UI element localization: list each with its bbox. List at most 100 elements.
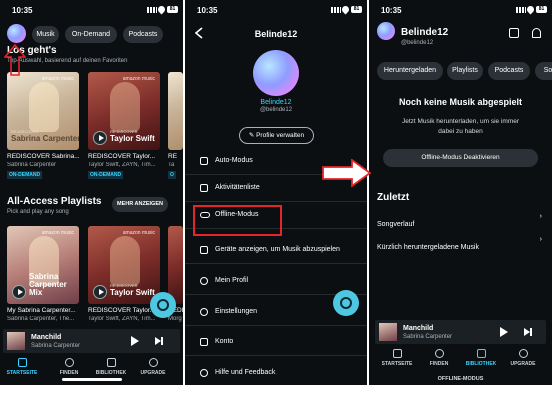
signal-icon bbox=[331, 7, 341, 13]
chevron-right-icon: › bbox=[539, 213, 542, 220]
menu-item-geraete[interactable]: Geräte anzeigen, um Musik abzuspielen bbox=[185, 237, 367, 264]
chip-heruntergeladen[interactable]: Heruntergeladen bbox=[377, 62, 443, 80]
bell-icon[interactable] bbox=[532, 28, 541, 38]
mini-player[interactable]: Manchild Sabrina Carpenter bbox=[3, 329, 180, 353]
menu-label: Geräte anzeigen, um Musik abzuspielen bbox=[215, 246, 340, 253]
recent-item-label: Kürzlich heruntergeladene Musik bbox=[377, 244, 479, 251]
play-icon[interactable] bbox=[93, 131, 107, 145]
track-artist: Sabrina Carpenter bbox=[403, 334, 453, 340]
menu-label: Aktivitätenliste bbox=[215, 184, 260, 191]
play-icon[interactable] bbox=[131, 336, 139, 346]
user-icon bbox=[200, 277, 208, 285]
chip-podcasts[interactable]: Podcasts bbox=[488, 62, 530, 80]
tab-startseite[interactable]: STARTSEITE bbox=[377, 349, 417, 367]
recent-item-label: Songverlauf bbox=[377, 221, 415, 228]
search-icon bbox=[434, 349, 444, 358]
next-track-icon[interactable] bbox=[155, 337, 163, 345]
tab-label: BIBLIOTHEK bbox=[465, 361, 497, 367]
menu-label: Auto-Modus bbox=[215, 157, 253, 164]
track-thumbnail bbox=[7, 332, 25, 350]
status-bar: 10:35 81 bbox=[185, 0, 367, 20]
empty-state-text: Jetzt Musik herunterladen, um sie immer … bbox=[401, 118, 520, 135]
equalizer-icon[interactable] bbox=[509, 28, 519, 38]
playlist-card-sabrina-mix[interactable]: amazon music Sabrina Carpenter Mix bbox=[7, 226, 79, 304]
tab-label: FINDEN bbox=[429, 361, 449, 367]
tab-bibliothek[interactable]: BIBLIOTHEK bbox=[91, 358, 131, 376]
playlist-card-rediscover-sabrina[interactable]: amazon music RE:DISCOVER Sabrina Carpent… bbox=[7, 72, 79, 150]
show-more-button[interactable]: MEHR ANZEIGEN bbox=[112, 197, 168, 212]
profile-avatar bbox=[253, 50, 299, 96]
card-title: REDISCOVER Taylor... bbox=[88, 153, 156, 160]
status-bar: 10:35 81 bbox=[0, 0, 183, 20]
menu-item-konto[interactable]: Konto bbox=[185, 329, 367, 356]
card-icon bbox=[200, 338, 208, 346]
profile-avatar-button[interactable] bbox=[377, 22, 395, 40]
recent-item-songverlauf[interactable]: Songverlauf › bbox=[377, 213, 544, 228]
card-artists: Sabrina Carpenter, The... bbox=[7, 316, 75, 322]
track-artist: Sabrina Carpenter bbox=[31, 343, 81, 349]
battery-icon: 81 bbox=[536, 6, 547, 13]
home-icon bbox=[17, 358, 27, 367]
on-demand-badge: O bbox=[168, 171, 176, 179]
play-icon[interactable] bbox=[93, 285, 107, 299]
play-icon[interactable] bbox=[12, 285, 26, 299]
star-icon bbox=[518, 349, 528, 358]
status-time: 10:35 bbox=[197, 6, 218, 15]
playlist-card-partial[interactable] bbox=[168, 226, 183, 304]
signal-icon bbox=[516, 7, 526, 13]
alexa-button[interactable] bbox=[150, 292, 176, 318]
menu-label: Hilfe und Feedback bbox=[215, 369, 276, 376]
bottom-tab-bar: STARTSEITE FINDEN BIBLIOTHEK UPGRADE bbox=[0, 355, 183, 385]
play-icon[interactable] bbox=[500, 327, 508, 337]
tab-bibliothek[interactable]: BIBLIOTHEK bbox=[461, 349, 501, 367]
home-indicator bbox=[61, 378, 122, 381]
help-icon bbox=[200, 369, 208, 377]
mini-player[interactable]: Manchild Sabrina Carpenter bbox=[375, 320, 546, 344]
manage-profiles-button[interactable]: ✎ Profile verwalten bbox=[239, 127, 314, 144]
wifi-icon bbox=[340, 4, 351, 15]
chip-playlists[interactable]: Playlists bbox=[447, 62, 483, 80]
home-icon bbox=[392, 349, 402, 358]
track-title: Manchild bbox=[31, 334, 62, 341]
on-demand-badge: ON-DEMAND bbox=[88, 171, 124, 179]
tab-startseite[interactable]: STARTSEITE bbox=[2, 358, 42, 376]
tab-finden[interactable]: FINDEN bbox=[49, 358, 89, 376]
profile-avatar-button[interactable] bbox=[7, 24, 26, 43]
playlist-card-partial[interactable] bbox=[168, 72, 183, 150]
chip-on-demand[interactable]: On-Demand bbox=[65, 26, 117, 43]
chip-songs-partial[interactable]: Son bbox=[535, 62, 552, 80]
manage-profiles-label: Profile verwalten bbox=[256, 132, 305, 139]
chip-podcasts[interactable]: Podcasts bbox=[123, 26, 163, 43]
next-track-icon[interactable] bbox=[524, 328, 532, 336]
tab-upgrade[interactable]: UPGRADE bbox=[503, 349, 543, 367]
chip-musik[interactable]: Musik bbox=[32, 26, 59, 43]
bottom-tab-bar: STARTSEITE FINDEN BIBLIOTHEK UPGRADE bbox=[369, 346, 552, 376]
card-artists: Taylor Swift, ZAYN, Tim... bbox=[88, 316, 156, 322]
card-title: My Sabrina Carpenter... bbox=[7, 307, 76, 314]
playlist-card-rediscover-taylor[interactable]: amazon music RE:DISCOVER Taylor Swift bbox=[88, 72, 160, 150]
playlist-card-rediscover-taylor-2[interactable]: amazon music RE:DISCOVER Taylor Swift bbox=[88, 226, 160, 304]
card-overlay-title: Taylor Swift bbox=[110, 134, 155, 143]
recent-item-downloads[interactable]: Kürzlich heruntergeladene Musik › bbox=[377, 236, 544, 251]
card-artists: Ta bbox=[168, 162, 175, 168]
library-icon bbox=[476, 349, 486, 358]
search-icon bbox=[64, 358, 74, 367]
tab-upgrade[interactable]: UPGRADE bbox=[133, 358, 173, 376]
menu-label: Einstellungen bbox=[215, 308, 258, 315]
bell-icon bbox=[200, 184, 208, 192]
tab-label: UPGRADE bbox=[140, 370, 166, 376]
header-title: Belinde12 bbox=[254, 29, 298, 39]
menu-item-hilfe[interactable]: Hilfe und Feedback bbox=[185, 360, 367, 385]
tab-label: STARTSEITE bbox=[6, 370, 38, 376]
pencil-icon: ✎ bbox=[248, 132, 257, 139]
recent-section-title: Zuletzt bbox=[377, 192, 410, 203]
chevron-right-icon: › bbox=[539, 236, 542, 243]
annotation-highlight-box bbox=[193, 205, 282, 236]
library-offline-panel: 10:35 81 Belinde12 @belinde12 Herunterge… bbox=[369, 0, 552, 385]
library-icon bbox=[106, 358, 116, 367]
offline-mode-deactivate-button[interactable]: Offline-Modus Deaktivieren bbox=[383, 149, 538, 167]
card-overlay-title: Sabrina Carpenter bbox=[11, 134, 79, 143]
tab-finden[interactable]: FINDEN bbox=[419, 349, 459, 367]
alexa-button[interactable] bbox=[333, 290, 359, 316]
home-screen-panel: 10:35 81 Musik On-Demand Podcasts Los ge… bbox=[0, 0, 183, 385]
